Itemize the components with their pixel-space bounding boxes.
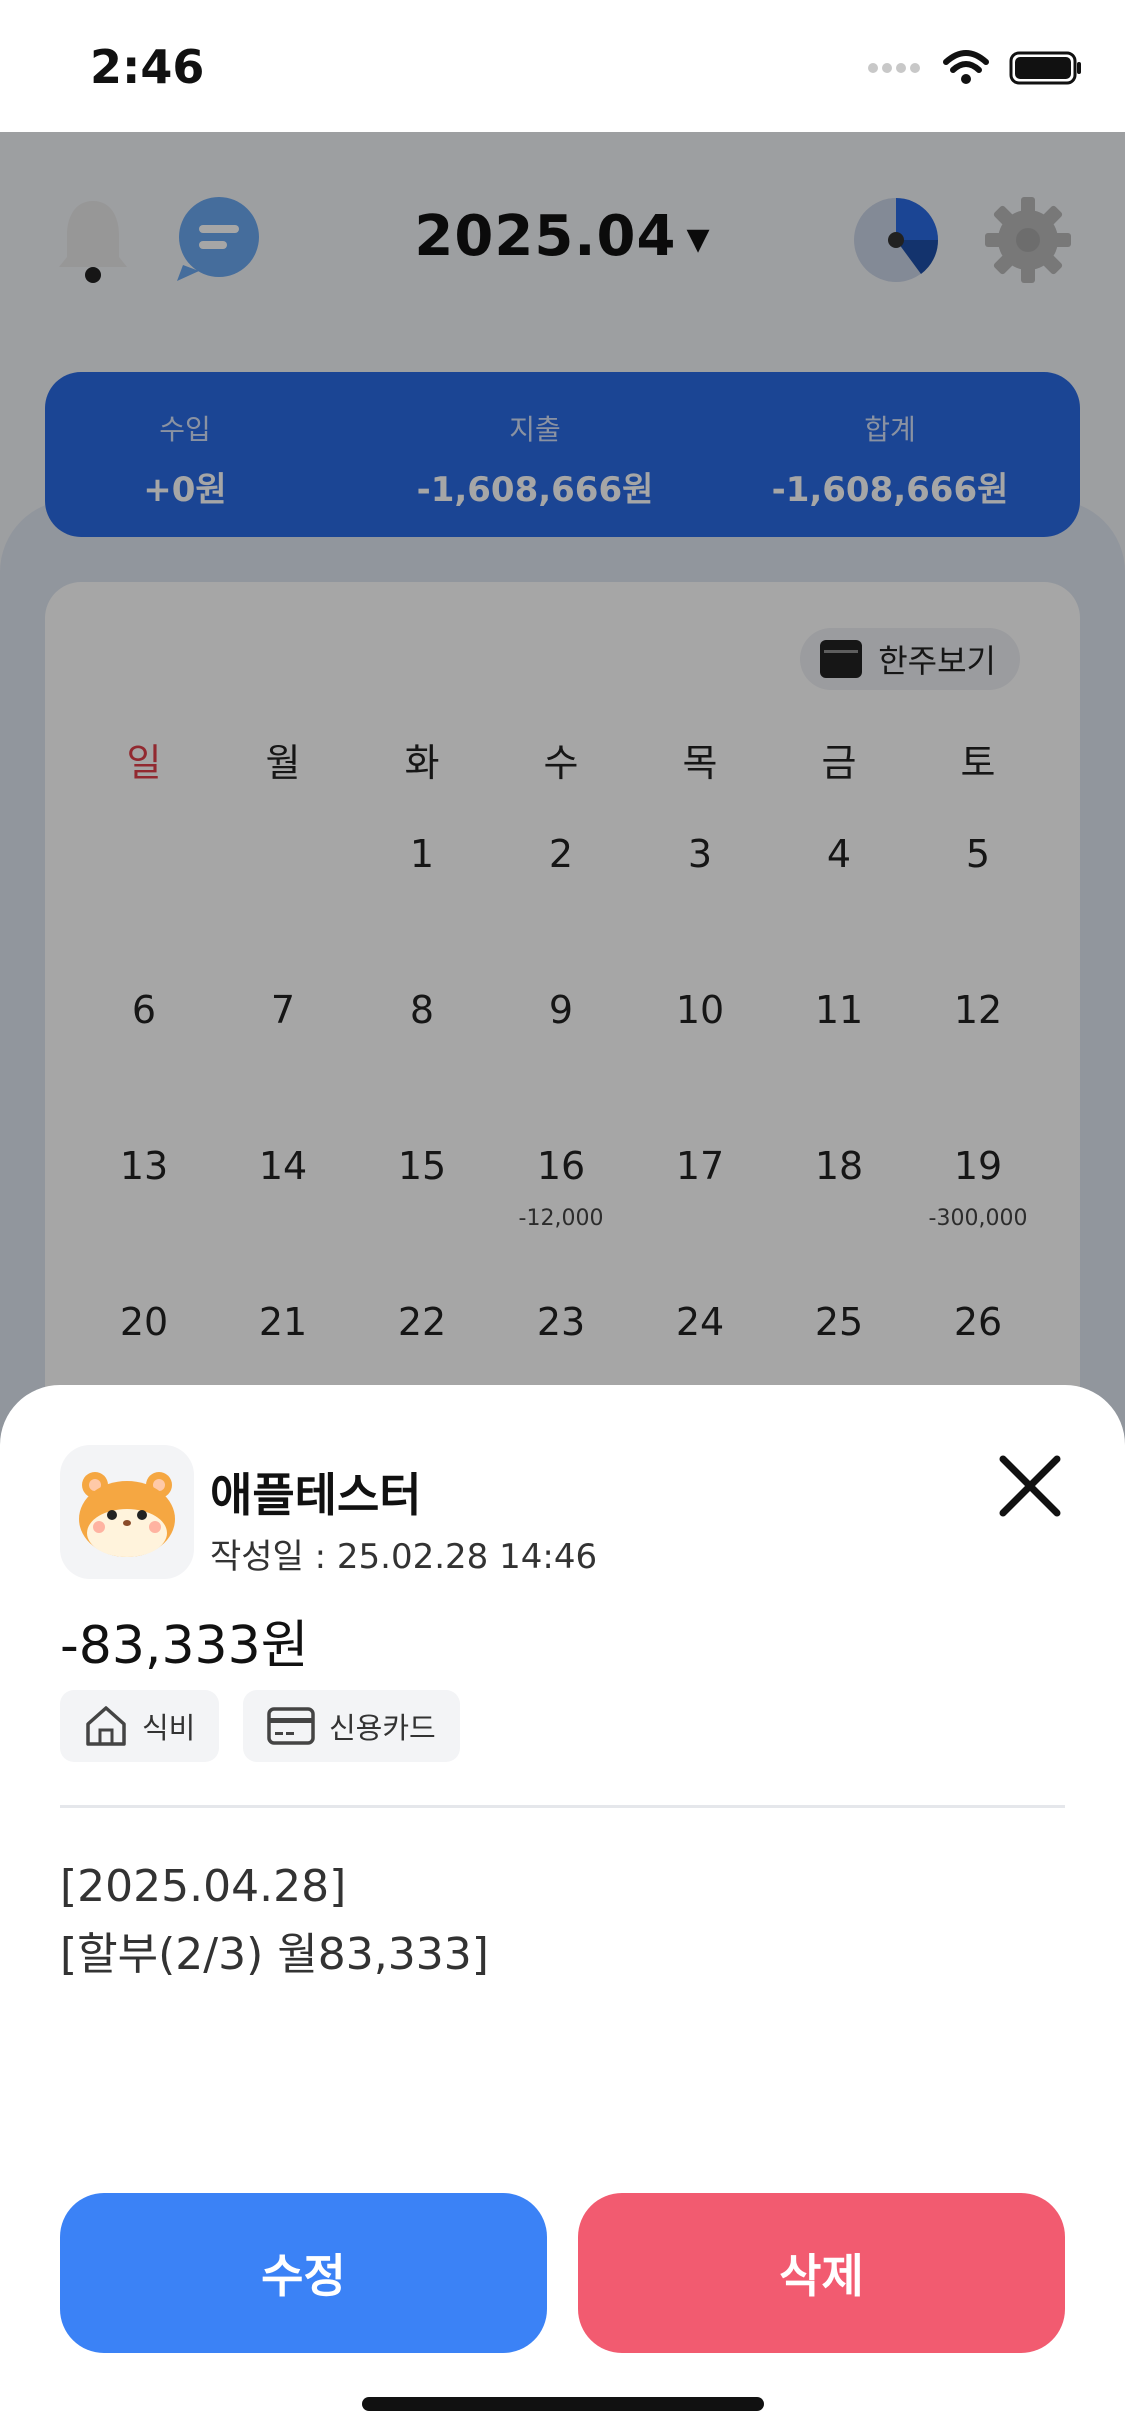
hamster-icon (79, 1472, 175, 1557)
home-icon (86, 1706, 126, 1746)
category-label: 식비 (142, 1711, 196, 1745)
credit-card-icon (267, 1707, 315, 1745)
transaction-title: 애플테스터 (210, 1468, 422, 1522)
memo-line: [2025.04.28] (60, 1861, 347, 1912)
edit-button[interactable]: 수정 (60, 2193, 547, 2353)
created-date: 작성일 : 25.02.28 14:46 (210, 1537, 598, 1577)
memo: [2025.04.28] [할부(2/3) 월83,333] (60, 1853, 489, 1989)
signal-icon (868, 63, 920, 73)
transaction-amount: -83,333원 (60, 1616, 309, 1676)
delete-button[interactable]: 삭제 (578, 2193, 1065, 2353)
avatar (60, 1445, 194, 1579)
divider (60, 1805, 1065, 1808)
close-button[interactable] (997, 1453, 1063, 1519)
status-icons (867, 48, 1083, 88)
close-icon (999, 1455, 1061, 1517)
battery-icon (1009, 51, 1081, 85)
status-bar: 2:46 (0, 0, 1125, 132)
category-chip: 식비 (60, 1690, 220, 1762)
status-time: 2:46 (90, 40, 205, 94)
transaction-detail-sheet: 애플테스터 작성일 : 25.02.28 14:46 -83,333원 식비 신… (0, 1385, 1125, 2436)
wifi-icon (943, 50, 989, 84)
memo-line: [할부(2/3) 월83,333] (60, 1929, 489, 1980)
home-indicator (362, 2397, 764, 2411)
payment-label: 신용카드 (329, 1711, 436, 1745)
payment-chip: 신용카드 (243, 1690, 460, 1762)
